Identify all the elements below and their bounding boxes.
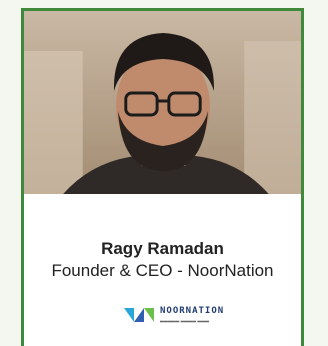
noornation-logo-icon	[124, 308, 154, 322]
logo-subtitle-decoration: ▂▂▂▂▂ ▂▂▂▂ ▂▂▂	[160, 317, 209, 323]
logo-wordmark-group: NOORNATION ▂▂▂▂▂ ▂▂▂▂ ▂▂▂	[160, 307, 224, 323]
profile-role: Founder & CEO - NoorNation	[51, 261, 274, 280]
profile-photo	[24, 11, 301, 194]
profile-card: Ragy Ramadan Founder & CEO - NoorNation …	[21, 8, 304, 346]
company-logo: NOORNATION ▂▂▂▂▂ ▂▂▂▂ ▂▂▂	[122, 300, 260, 330]
logo-wordmark: NOORNATION	[160, 306, 225, 316]
profile-name: Ragy Ramadan	[101, 239, 224, 258]
